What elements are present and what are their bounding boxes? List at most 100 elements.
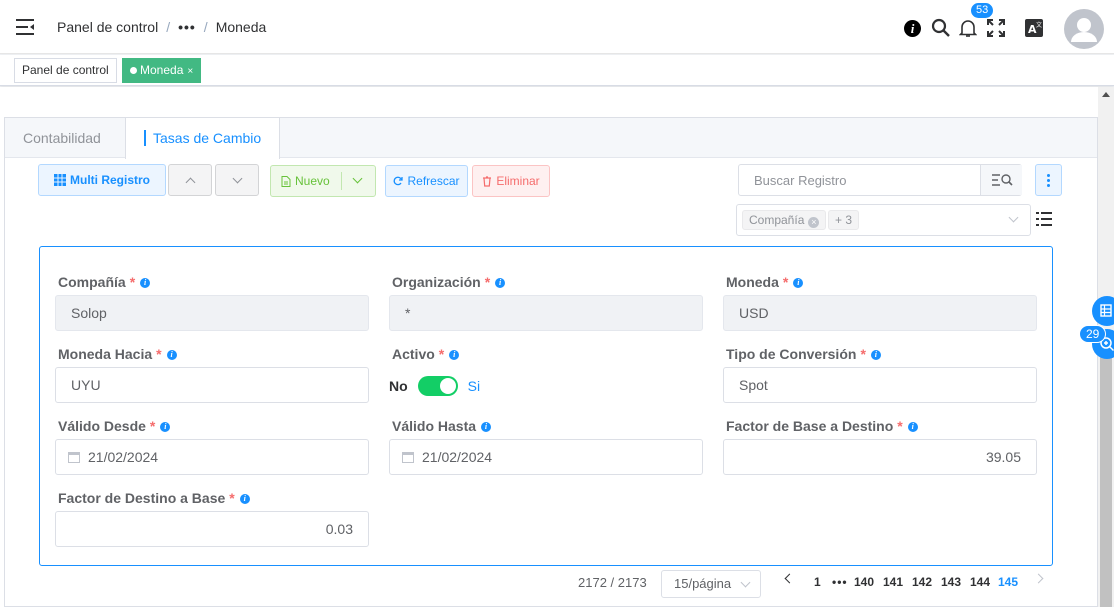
page-142[interactable]: 142 [912, 570, 932, 594]
tag-moneda[interactable]: Moneda × [122, 58, 202, 83]
calendar-icon [402, 452, 414, 463]
page-140[interactable]: 140 [854, 570, 874, 594]
organizacion-label: Organización * i [392, 274, 506, 290]
breadcrumb-ellipsis[interactable]: ••• [178, 19, 196, 35]
tab-tasas-de-cambio[interactable]: Tasas de Cambio [125, 118, 281, 159]
compania-field[interactable]: Solop [55, 295, 369, 331]
search-box [738, 164, 1022, 196]
moneda-hacia-field[interactable]: UYU [55, 367, 369, 403]
tag-panel-de-control[interactable]: Panel de control [14, 58, 117, 83]
calendar-icon [68, 452, 80, 463]
table-icon [1100, 304, 1112, 317]
chevron-down-icon[interactable] [352, 173, 363, 184]
page-1[interactable]: 1 [814, 570, 821, 594]
filter-tag-more: + 3 [828, 210, 860, 230]
tipo-conversion-label: Tipo de Conversión * i [726, 346, 881, 362]
valido-hasta-label: Válido Hasta i [392, 418, 492, 434]
search-button[interactable] [980, 165, 1022, 195]
tabs-header: Contabilidad Tasas de Cambio [5, 118, 1097, 159]
translate-icon[interactable]: A文 [1024, 18, 1044, 38]
breadcrumb-current: Moneda [215, 19, 267, 35]
page-size-select[interactable]: 15/página [661, 570, 761, 598]
refrescar-button[interactable]: Refrescar [385, 165, 468, 197]
search-input[interactable] [739, 165, 979, 195]
more-options-button[interactable] [1035, 164, 1062, 196]
scroll-thumb[interactable] [1100, 349, 1112, 607]
info-icon: i [907, 422, 918, 432]
column-list-icon[interactable] [1036, 211, 1052, 227]
valido-desde-label: Válido Desde * i [58, 418, 171, 434]
page-144[interactable]: 144 [970, 570, 990, 594]
float-table-button[interactable] [1092, 296, 1114, 326]
factor-bd-label: Factor de Base a Destino * i [726, 418, 918, 434]
activo-switch-row: No Si [389, 376, 480, 396]
chevron-up-icon [185, 177, 195, 187]
nuevo-button[interactable]: Nuevo [270, 165, 376, 197]
eliminar-label: Eliminar [496, 174, 540, 188]
page-143[interactable]: 143 [941, 570, 961, 594]
filter-select[interactable]: Compañía × + 3 [736, 204, 1031, 236]
info-icon: i [870, 350, 881, 360]
filter-tag-compania[interactable]: Compañía × [742, 210, 827, 230]
info-icon: i [160, 422, 171, 432]
compania-label: Compañía * i [58, 274, 151, 290]
factor-db-field[interactable]: 0.03 [55, 511, 369, 547]
activo-toggle[interactable] [417, 376, 458, 396]
search-list-icon [991, 174, 1013, 186]
trash-icon [483, 175, 492, 187]
info-icon: i [481, 422, 492, 432]
tab-contabilidad[interactable]: Contabilidad [5, 118, 119, 158]
valido-hasta-value: 21/02/2024 [422, 449, 493, 465]
info-icon[interactable]: i [904, 18, 921, 38]
menu-icon[interactable] [16, 19, 34, 35]
tipo-conversion-field[interactable]: Spot [723, 367, 1037, 403]
info-icon: i [239, 494, 250, 504]
breadcrumb-home[interactable]: Panel de control [57, 19, 158, 35]
refrescar-label: Refrescar [407, 174, 460, 188]
previous-record-button[interactable] [168, 164, 212, 196]
activo-label: Activo * i [392, 346, 460, 362]
multi-registro-button[interactable]: Multi Registro [38, 164, 166, 196]
bell-icon[interactable] [959, 18, 977, 38]
document-icon [281, 175, 291, 187]
multi-registro-label: Multi Registro [70, 173, 150, 187]
table-icon [54, 174, 66, 186]
filter-tag-label: Compañía [749, 213, 805, 227]
refresh-icon [394, 176, 404, 186]
top-navbar: Panel de control / ••• / Moneda i 53 A文 [0, 0, 1114, 54]
info-icon: i [793, 278, 804, 288]
svg-text:文: 文 [1036, 21, 1042, 29]
page-145[interactable]: 145 [998, 570, 1018, 594]
page-141[interactable]: 141 [883, 570, 903, 594]
scroll-up-arrow[interactable] [1102, 92, 1110, 97]
eliminar-button[interactable]: Eliminar [472, 165, 550, 197]
tab-tasas-label: Tasas de Cambio [153, 130, 262, 146]
breadcrumb: Panel de control / ••• / Moneda [57, 19, 267, 35]
tag-moneda-label: Moneda [140, 63, 184, 77]
moneda-field[interactable]: USD [723, 295, 1037, 331]
record-counter: 2172 / 2173 [578, 575, 647, 590]
factor-bd-field[interactable]: 39.05 [723, 439, 1037, 475]
info-icon: i [449, 350, 460, 360]
page-ellipsis[interactable]: ••• [832, 570, 848, 594]
chevron-down-icon [232, 173, 242, 183]
valido-desde-value: 21/02/2024 [88, 449, 159, 465]
info-icon: i [140, 278, 151, 288]
valido-desde-field[interactable]: 21/02/2024 [55, 439, 369, 475]
valido-hasta-field[interactable]: 21/02/2024 [389, 439, 703, 475]
nuevo-label: Nuevo [295, 174, 330, 188]
user-avatar[interactable] [1064, 9, 1104, 49]
close-icon[interactable]: × [187, 66, 193, 77]
notification-badge: 53 [970, 2, 995, 19]
activo-on-label: Si [467, 378, 481, 394]
organizacion-field[interactable]: * [389, 295, 703, 331]
chevron-down-icon [1008, 212, 1019, 223]
close-icon[interactable]: × [808, 217, 820, 228]
factor-db-label: Factor de Destino a Base * i [58, 490, 250, 506]
info-icon: i [166, 350, 177, 360]
next-record-button[interactable] [215, 164, 259, 196]
fullscreen-icon[interactable] [986, 18, 1006, 38]
tags-view: Panel de control Moneda × [0, 55, 1114, 86]
moneda-hacia-label: Moneda Hacia * i [58, 346, 177, 362]
search-icon[interactable] [931, 18, 951, 38]
